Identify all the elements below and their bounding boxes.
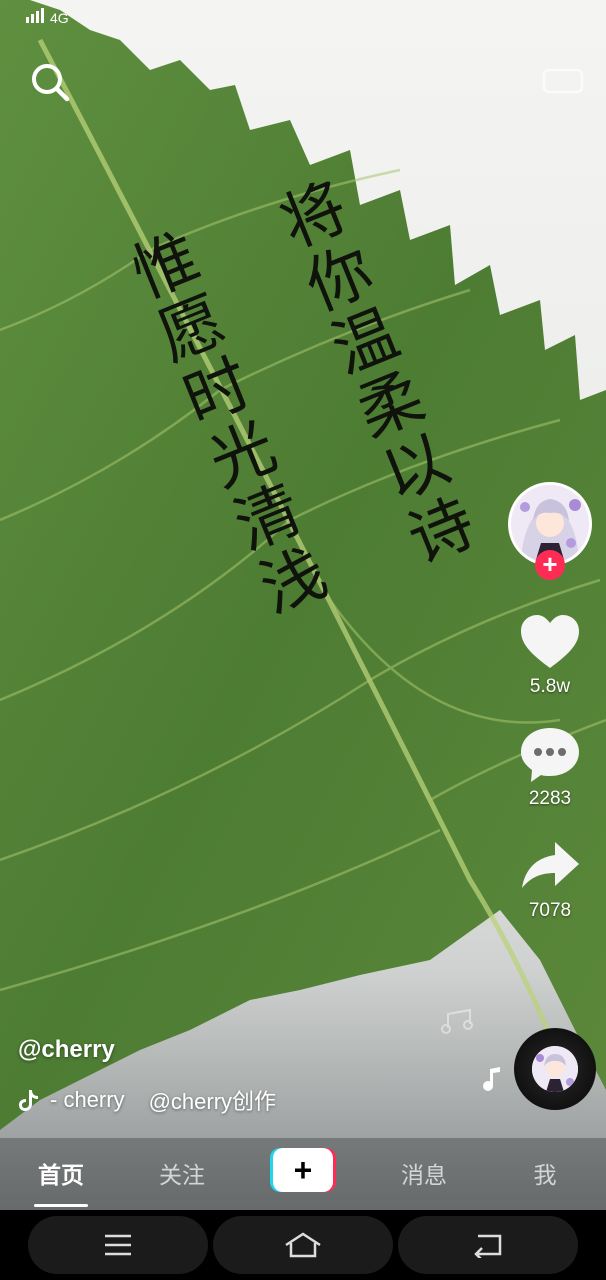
tab-me[interactable]: 我 (505, 1156, 585, 1190)
active-tab-indicator (34, 1204, 88, 1207)
home-icon (285, 1232, 321, 1258)
comment-icon (521, 728, 579, 782)
system-navigation-bar (0, 1210, 606, 1280)
floating-music-notes-icon (441, 1008, 473, 1034)
plus-icon: + (273, 1148, 333, 1192)
home-button[interactable] (213, 1216, 393, 1274)
signal-icon (26, 8, 46, 26)
tab-following[interactable]: 关注 (142, 1156, 222, 1190)
like-count: 5.8w (529, 676, 571, 697)
tiktok-logo-icon (19, 1090, 38, 1111)
tab-home[interactable]: 首页 (21, 1156, 101, 1190)
music-note-icon (483, 1067, 500, 1091)
music-disc-button[interactable] (514, 1028, 596, 1110)
share-button[interactable]: 7078 (519, 836, 581, 922)
live-icon[interactable] (542, 66, 584, 96)
menu-icon (105, 1234, 131, 1256)
comment-count: 2283 (528, 788, 572, 809)
follow-plus-button[interactable]: + (535, 550, 565, 580)
share-count: 7078 (528, 900, 572, 921)
creator-handle[interactable]: @cherry (18, 1036, 115, 1064)
heart-icon (521, 615, 579, 668)
creator-avatar-button[interactable]: + (508, 482, 592, 580)
tab-messages[interactable]: 消息 (384, 1156, 464, 1190)
status-bar: 4G (26, 8, 69, 26)
music-track-label: - cherry (50, 1087, 125, 1112)
back-button[interactable] (398, 1216, 578, 1274)
menu-button[interactable] (28, 1216, 208, 1274)
music-cover-avatar-icon (532, 1046, 578, 1092)
back-icon (474, 1234, 502, 1258)
music-info[interactable]: - cherry @cherry创作 (18, 1084, 276, 1116)
search-icon[interactable] (28, 60, 72, 104)
bottom-tab-bar: 首页 关注 + 消息 我 (0, 1138, 606, 1210)
create-button[interactable]: + (270, 1148, 336, 1192)
share-arrow-icon (522, 842, 579, 888)
network-label: 4G (50, 10, 69, 26)
like-button[interactable]: 5.8w (519, 612, 581, 698)
action-rail: + 5.8w 2283 7078 (504, 482, 596, 922)
music-credit-label: @cherry创作 (148, 1089, 277, 1114)
comment-button[interactable]: 2283 (519, 724, 581, 810)
